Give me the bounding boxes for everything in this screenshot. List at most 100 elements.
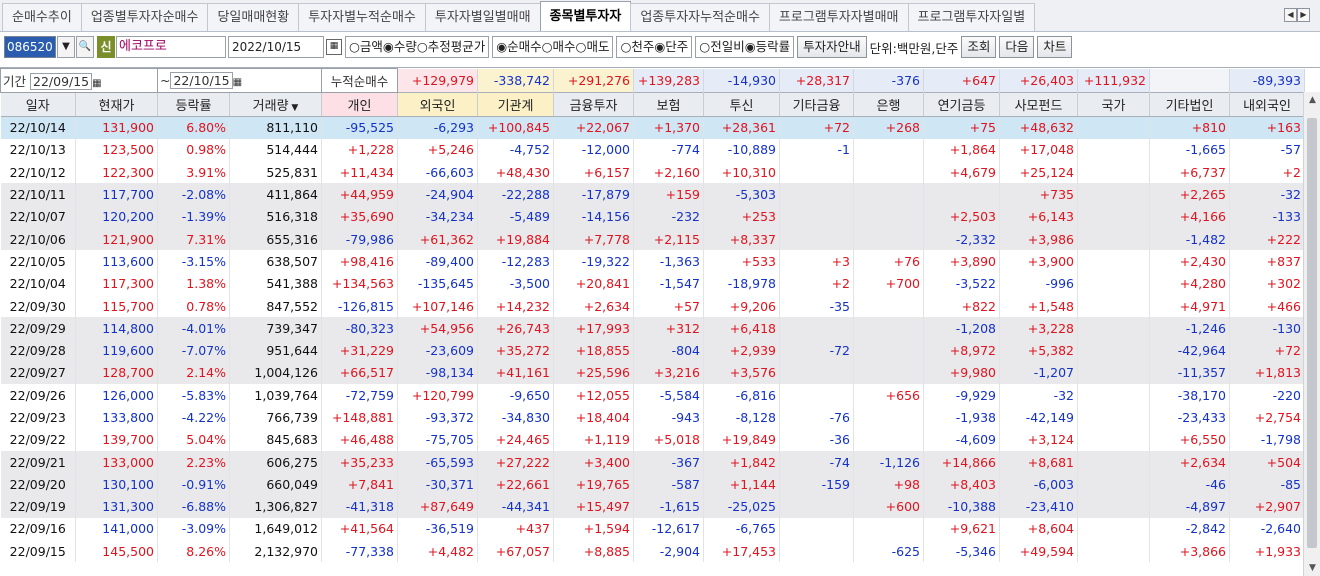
- stock-name-field[interactable]: 에코프로: [116, 36, 226, 58]
- table-row[interactable]: 22/09/29 114,800 -4.01% 739,347 -80,323 +54,9…: [0, 317, 1306, 340]
- table-row[interactable]: 22/10/14 131,900 6.80% 811,110 -95,525 -6,293…: [0, 116, 1306, 139]
- table-cell: +5,246: [397, 138, 479, 162]
- table-cell: -2,842: [1149, 517, 1231, 541]
- table-cell: 133,000: [75, 450, 158, 474]
- stock-code-input[interactable]: 086520: [4, 36, 56, 58]
- column-header[interactable]: 현재가: [75, 92, 158, 117]
- column-header[interactable]: 거래량 ▼: [229, 92, 323, 117]
- column-header[interactable]: 등락률: [157, 92, 230, 117]
- table-cell: [853, 227, 925, 251]
- scroll-up-icon[interactable]: ▲: [1304, 92, 1320, 108]
- table-row[interactable]: 22/10/11 117,700 -2.08% 411,864 +44,959 -24,9…: [0, 183, 1306, 206]
- table-cell: +3,866: [1149, 540, 1231, 563]
- vertical-scrollbar[interactable]: ▲ ▼: [1303, 92, 1320, 576]
- table-row[interactable]: 22/10/07 120,200 -1.39% 516,318 +35,690 -34,2…: [0, 205, 1306, 228]
- table-cell: +1,370: [633, 116, 705, 139]
- column-header[interactable]: 일자: [0, 92, 76, 117]
- calendar-icon[interactable]: ▦: [326, 39, 342, 55]
- table-row[interactable]: 22/09/19 131,300 -6.88% 1,306,827 -41,318 +87…: [0, 495, 1306, 518]
- table-cell: -32: [1229, 183, 1306, 206]
- calendar-icon[interactable]: ▦: [233, 77, 242, 88]
- column-header[interactable]: 보험: [633, 92, 705, 117]
- tab-3[interactable]: 당일매매현황: [207, 3, 300, 31]
- column-header[interactable]: 내외국인: [1229, 92, 1306, 117]
- amount-quantity-radio[interactable]: ○금액◉수량○추정평균가: [345, 36, 490, 58]
- table-cell: +10,310: [703, 161, 781, 184]
- table-row[interactable]: 22/09/28 119,600 -7.07% 951,644 +31,229 -23,6…: [0, 339, 1306, 362]
- column-header[interactable]: 외국인: [397, 92, 479, 117]
- table-row[interactable]: 22/10/12 122,300 3.91% 525,831 +11,434 -66,60…: [0, 161, 1306, 184]
- scroll-thumb[interactable]: [1307, 118, 1317, 548]
- date-input[interactable]: 2022/10/15: [228, 36, 324, 58]
- period-to-cell[interactable]: ~22/10/15 ▦: [156, 68, 323, 93]
- buy-sell-radio[interactable]: ◉순매수○매수○매도: [492, 36, 614, 58]
- column-header[interactable]: 기관계: [477, 92, 555, 117]
- table-cell: -34,830: [477, 406, 555, 429]
- table-cell: 117,700: [75, 183, 158, 206]
- query-button[interactable]: 조회: [961, 36, 997, 58]
- table-cell: 5.04%: [157, 428, 230, 451]
- table-row[interactable]: 22/09/20 130,100 -0.91% 660,049 +7,841 -30,37…: [0, 473, 1306, 496]
- code-dropdown-icon[interactable]: ▼: [57, 36, 75, 58]
- next-button[interactable]: 다음: [999, 36, 1035, 58]
- table-cell: +1,548: [999, 294, 1079, 318]
- column-header[interactable]: 개인: [321, 92, 399, 117]
- column-header[interactable]: 국가: [1077, 92, 1151, 117]
- table-cell: +134,563: [321, 272, 399, 295]
- table-row[interactable]: 22/09/16 141,000 -3.09% 1,649,012 +41,564 -36…: [0, 517, 1306, 541]
- table-cell: +26,743: [477, 317, 555, 340]
- period-label: 기간: [3, 74, 27, 89]
- column-header[interactable]: 은행: [853, 92, 925, 117]
- table-row[interactable]: 22/10/06 121,900 7.31% 655,316 -79,986 +61,36…: [0, 227, 1306, 251]
- table-cell: -98,134: [397, 361, 479, 385]
- column-header[interactable]: 기타법인: [1149, 92, 1231, 117]
- table-cell: [1077, 138, 1151, 162]
- table-cell: 0.98%: [157, 138, 230, 162]
- column-header[interactable]: 투신: [703, 92, 781, 117]
- table-cell: -996: [999, 272, 1079, 295]
- tab-next-icon[interactable]: ▶: [1297, 8, 1310, 22]
- table-row[interactable]: 22/10/04 117,300 1.38% 541,388 +134,563 -135,…: [0, 272, 1306, 295]
- table-row[interactable]: 22/09/23 133,800 -4.22% 766,739 +148,881 -93,…: [0, 406, 1306, 429]
- tab-prev-icon[interactable]: ◀: [1284, 8, 1297, 22]
- table-row[interactable]: 22/09/15 145,500 8.26% 2,132,970 -77,338 +4,4…: [0, 540, 1306, 563]
- search-icon[interactable]: 🔍: [76, 36, 94, 58]
- tab-9[interactable]: 프로그램투자자일별: [907, 3, 1036, 31]
- tab-6[interactable]: 종목별투자자: [539, 1, 632, 31]
- table-row[interactable]: 22/10/13 123,500 0.98% 514,444 +1,228 +5,246-…: [0, 138, 1306, 162]
- period-to[interactable]: 22/10/15: [170, 72, 233, 89]
- sort-dropdown-icon[interactable]: ▼: [289, 103, 298, 113]
- table-row[interactable]: 22/09/26 126,000 -5.83% 1,039,764 -72,759 +12…: [0, 384, 1306, 407]
- tab-4[interactable]: 투자자별누적순매수: [298, 3, 426, 31]
- table-cell: -4,609: [923, 428, 1001, 451]
- table-cell: +19,849: [703, 428, 781, 451]
- scroll-down-icon[interactable]: ▼: [1304, 560, 1320, 576]
- investor-guide-button[interactable]: 투자자안내: [797, 36, 867, 58]
- compare-radio[interactable]: ○전일비◉등락률: [695, 36, 795, 58]
- chart-button[interactable]: 차트: [1037, 36, 1073, 58]
- period-range[interactable]: 기간 22/09/15 ▦: [0, 68, 158, 93]
- tab-2[interactable]: 업종별투자자순매수: [80, 3, 209, 31]
- table-cell: +57: [633, 294, 705, 318]
- column-header[interactable]: 연기금등: [923, 92, 1001, 117]
- tab-1[interactable]: 순매수추이: [2, 3, 82, 31]
- table-row[interactable]: 22/10/05 113,600 -3.15% 638,507 +98,416 -89,4…: [0, 250, 1306, 273]
- unit-scale-radio[interactable]: ○천주◉단주: [616, 36, 693, 58]
- table-cell: 131,300: [75, 495, 158, 518]
- tab-7[interactable]: 업종투자자누적순매수: [630, 3, 770, 31]
- table-cell: 22/09/28: [0, 339, 76, 362]
- period-from[interactable]: 22/09/15: [30, 73, 93, 90]
- table-row[interactable]: 22/09/22 139,700 5.04% 845,683 +46,488 -75,70…: [0, 428, 1306, 451]
- calendar-icon[interactable]: ▦: [92, 78, 101, 89]
- table-cell: -23,433: [1149, 406, 1231, 429]
- table-row[interactable]: 22/09/27 128,700 2.14% 1,004,126 +66,517 -98,…: [0, 361, 1306, 385]
- column-header[interactable]: 사모펀드: [999, 92, 1079, 117]
- column-header[interactable]: 금융투자: [553, 92, 635, 117]
- table-cell: [1077, 495, 1151, 518]
- tab-8[interactable]: 프로그램투자자별매매: [768, 3, 909, 31]
- table-row[interactable]: 22/09/30 115,700 0.78% 847,552 -126,815 +107,…: [0, 294, 1306, 318]
- table-row[interactable]: 22/09/21 133,000 2.23% 606,275 +35,233 -65,59…: [0, 450, 1306, 474]
- column-header[interactable]: 기타금융: [779, 92, 855, 117]
- table-cell: [779, 183, 855, 206]
- tab-5[interactable]: 투자자별일별매매: [424, 3, 541, 31]
